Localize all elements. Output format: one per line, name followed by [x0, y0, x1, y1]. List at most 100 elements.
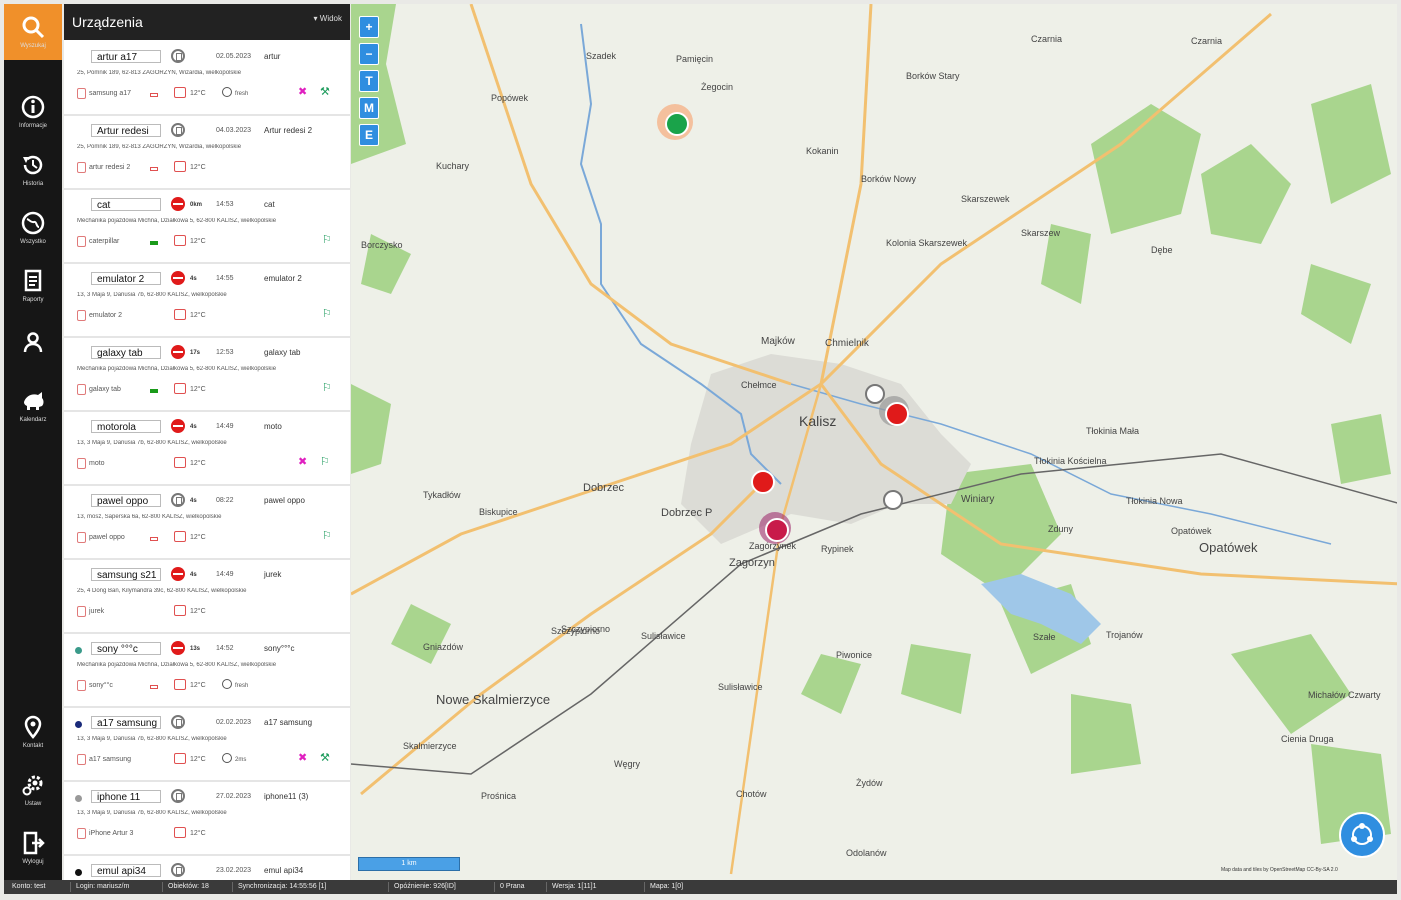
layer-button-t[interactable]: T [359, 70, 379, 92]
device-name[interactable]: cat [91, 198, 161, 211]
place-label: Prośnica [481, 791, 516, 801]
device-address: Mechanika pojazdowa Michna, Działkowa 5,… [77, 662, 277, 668]
device-card[interactable]: cat 0km 14:53 cat Mechanika pojazdowa Michna… [64, 190, 350, 264]
place-label: Dębe [1151, 245, 1173, 255]
person-icon[interactable]: ⚐ [322, 234, 332, 246]
device-card[interactable]: emul api34 23.02.2023 emul api34 [64, 856, 350, 880]
layer-button-m[interactable]: M [359, 97, 379, 119]
place-label: Piwonice [836, 650, 872, 660]
panel-header: Urządzenia ▾ Widok [64, 4, 350, 40]
device-phone: a17 samsung [89, 756, 132, 763]
device-card[interactable]: motorola 4s 14:49 moto 13, 3 Maja 9, Danusia… [64, 412, 350, 486]
place-label: Skarszew [1021, 228, 1061, 238]
device-address: 13, mosz, Saperska 6a, 62-800 KALISZ, wi… [77, 514, 222, 520]
phone-icon [77, 88, 86, 99]
sidebar-item-history[interactable]: Historia [4, 142, 62, 198]
device-name[interactable]: samsung s21 [91, 568, 161, 581]
device-speed: 4s [190, 276, 197, 282]
panel-title: Urządzenia [72, 14, 143, 30]
map-controls: + − T M E [359, 16, 379, 151]
device-marker[interactable] [883, 490, 903, 510]
wrench-icon[interactable]: ⚒ [320, 86, 330, 98]
device-marker[interactable] [751, 470, 775, 494]
device-card[interactable]: a17 samsung 02.02.2023 a17 samsung 13, 3 Ma… [64, 708, 350, 782]
place-label: Czarnia [1031, 34, 1062, 44]
sidebar-item-calendar[interactable]: Kalendarz [4, 378, 62, 434]
phone-icon [77, 754, 86, 765]
device-driver: jurek [264, 570, 282, 579]
wrench-icon[interactable]: ⚒ [320, 752, 330, 764]
sidebar: Wyszukaj Informacje Historia Wszystko Ra… [4, 4, 62, 880]
person-icon[interactable]: ⚐ [322, 308, 332, 320]
battery-icon [150, 93, 158, 97]
logout-icon [4, 830, 62, 856]
device-card[interactable]: pawel oppo 4s 08:22 pawel oppo 13, mosz, Sap… [64, 486, 350, 560]
sidebar-item-contact[interactable]: Kontakt [4, 704, 62, 760]
device-name[interactable]: Artur redesi [91, 124, 161, 137]
device-time: 04.03.2023 [216, 127, 252, 134]
pin-off-icon[interactable]: ✖ [298, 456, 307, 468]
device-driver: artur [264, 52, 281, 61]
sidebar-item-settings[interactable]: Ustaw [4, 762, 62, 818]
place-label: Czarnia [1191, 36, 1222, 46]
device-marker[interactable] [665, 112, 689, 136]
device-name[interactable]: sony °°°c [91, 642, 161, 655]
battery-icon [150, 685, 158, 689]
device-name[interactable]: a17 samsung [91, 716, 161, 729]
place-label: Kalisz [799, 413, 836, 429]
pin-off-icon[interactable]: ✖ [298, 86, 307, 98]
device-card[interactable]: sony °°°c 13s 14:52 sony°°°c Mechanika pojaz… [64, 634, 350, 708]
device-marker[interactable] [885, 402, 909, 426]
device-name[interactable]: emul api34 [91, 864, 161, 877]
zoom-in-button[interactable]: + [359, 16, 379, 38]
device-marker[interactable] [765, 518, 789, 542]
person-icon[interactable]: ⚐ [320, 456, 330, 468]
device-address: 13, 3 Maja 9, Danusia 7b, 62-800 KALISZ,… [77, 810, 227, 816]
device-card[interactable]: iphone 11 27.02.2023 iphone11 (3) 13, 3 Maj… [64, 782, 350, 856]
map-view[interactable]: Kalisz Nowe Skalmierzyce Opatówek Zagorz… [351, 4, 1397, 880]
device-phone: pawel oppo [89, 534, 125, 541]
zoom-out-button[interactable]: − [359, 43, 379, 65]
device-card[interactable]: Artur redesi 04.03.2023 Artur redesi 2 25, … [64, 116, 350, 190]
status-version: Wersja: 1[11]1 [552, 883, 597, 890]
device-name[interactable]: artur a17 [91, 50, 161, 63]
place-label: Chmielnik [825, 338, 870, 349]
device-name[interactable]: galaxy tab [91, 346, 161, 359]
sidebar-item-team[interactable] [4, 320, 62, 376]
status-dot [75, 869, 82, 876]
device-time: 14:49 [216, 423, 234, 430]
device-name[interactable]: emulator 2 [91, 272, 161, 285]
device-card[interactable]: emulator 2 4s 14:55 emulator 2 13, 3 Maja 9,… [64, 264, 350, 338]
person-icon[interactable]: ⚐ [322, 382, 332, 394]
phone-icon [77, 384, 86, 395]
device-marker[interactable] [865, 384, 885, 404]
map-attribution[interactable]: Map data and tiles by OpenStreetMap CC-B… [1221, 867, 1338, 873]
parked-icon [171, 123, 185, 137]
status-bar: Konto: test Login: mariusz/m Obiektów: 1… [4, 880, 1397, 894]
parked-icon [171, 863, 185, 877]
app-window: Wyszukaj Informacje Historia Wszystko Ra… [0, 0, 1401, 900]
place-label: Żegocin [701, 82, 733, 92]
sidebar-item-label: Raporty [22, 297, 44, 303]
status-dot [75, 647, 82, 654]
device-name[interactable]: motorola [91, 420, 161, 433]
map-logo-icon[interactable] [1339, 812, 1385, 858]
device-card[interactable]: samsung s21 4s 14:49 jurek 25, 4 Dong Ban, K… [64, 560, 350, 634]
device-name[interactable]: iphone 11 [91, 790, 161, 803]
device-time: 02.02.2023 [216, 719, 252, 726]
person-icon[interactable]: ⚐ [322, 530, 332, 542]
sidebar-item-search[interactable]: Wyszukaj [4, 4, 62, 60]
thermometer-icon [174, 605, 186, 616]
layer-button-e[interactable]: E [359, 124, 379, 146]
pin-off-icon[interactable]: ✖ [298, 752, 307, 764]
view-dropdown[interactable]: ▾ Widok [314, 14, 342, 23]
sidebar-item-all[interactable]: Wszystko [4, 200, 62, 256]
device-temp: 12°C [190, 608, 206, 615]
sidebar-item-info[interactable]: Informacje [4, 84, 62, 140]
place-label: Kuchary [436, 161, 470, 171]
device-name[interactable]: pawel oppo [91, 494, 161, 507]
device-card[interactable]: artur a17 02.05.2023 artur 25, Pomnik 189, … [64, 42, 350, 116]
sidebar-item-logout[interactable]: Wyloguj [4, 820, 62, 876]
sidebar-item-reports[interactable]: Raporty [4, 258, 62, 314]
device-card[interactable]: galaxy tab 17s 12:53 galaxy tab Mechanika po… [64, 338, 350, 412]
